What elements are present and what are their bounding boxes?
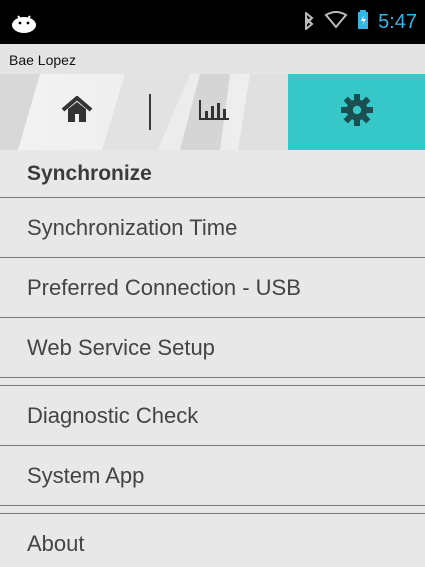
android-icon [10,11,38,33]
wifi-icon [324,10,348,34]
user-bar: Bae Lopez [0,44,425,74]
tab-home[interactable] [52,74,102,150]
section-header-synchronize: Synchronize [0,150,425,198]
app-screen: 5:47 Bae Lopez Synchronize Synchronizati… [0,0,425,567]
tab-statistics[interactable] [169,74,259,150]
status-icons: 5:47 [302,8,417,36]
tab-bar [0,74,425,151]
gear-icon [339,92,375,133]
tab-settings[interactable] [288,74,425,150]
menu-item-web-service-setup[interactable]: Web Service Setup [0,318,425,378]
menu-item-about[interactable]: About [0,514,425,567]
tab-divider [149,94,151,130]
menu-separator [0,378,425,386]
home-icon [60,95,94,130]
menu-item-system-app[interactable]: System App [0,446,425,506]
settings-menu: Synchronize Synchronization Time Preferr… [0,150,425,567]
bluetooth-icon [302,10,316,35]
user-name: Bae Lopez [9,52,76,68]
menu-separator [0,506,425,514]
bar-chart-icon [197,98,231,127]
status-time: 5:47 [378,11,417,33]
menu-item-diagnostic-check[interactable]: Diagnostic Check [0,386,425,446]
menu-item-synchronization-time[interactable]: Synchronization Time [0,198,425,258]
menu-item-preferred-connection[interactable]: Preferred Connection - USB [0,258,425,318]
status-bar: 5:47 [0,0,425,44]
battery-icon [356,9,370,36]
